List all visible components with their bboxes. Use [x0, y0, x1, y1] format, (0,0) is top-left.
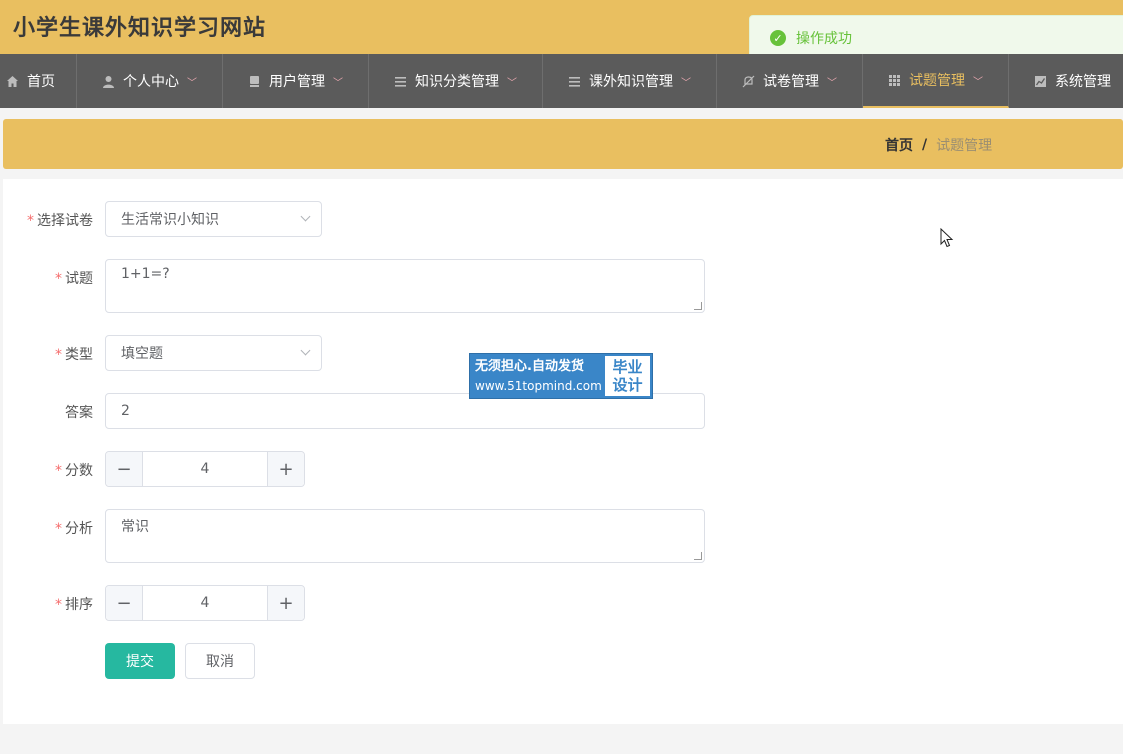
score-stepper[interactable]: − 4 +	[105, 451, 305, 487]
top-nav: 首页 个人中心 ﹀ 用户管理 ﹀ 知识分类管理 ﹀ 课外知识管理 ﹀ 试卷管理 …	[0, 54, 1123, 108]
nav-label: 试题管理	[909, 73, 965, 89]
watermark-badge: 毕业 设计	[605, 356, 650, 396]
plus-icon[interactable]: +	[267, 452, 304, 486]
nav-item-category[interactable]: 知识分类管理 ﹀	[369, 54, 543, 108]
paper-label: * 选择试卷	[23, 210, 93, 230]
nav-item-profile[interactable]: 个人中心 ﹀	[77, 54, 223, 108]
order-label: * 排序	[23, 594, 93, 614]
grid-icon	[887, 73, 901, 87]
submit-button[interactable]: 提交	[105, 643, 175, 679]
question-textarea[interactable]: 1+1=?	[105, 259, 705, 313]
nav-item-knowledge[interactable]: 课外知识管理 ﹀	[543, 54, 717, 108]
chevron-down-icon: ﹀	[187, 77, 197, 89]
home-icon	[5, 74, 19, 88]
chevron-down-icon: ﹀	[973, 76, 983, 88]
type-select-value: 填空题	[121, 346, 163, 362]
nav-item-papers[interactable]: 试卷管理 ﹀	[717, 54, 863, 108]
nav-label: 个人中心	[123, 74, 179, 90]
resize-grip-icon[interactable]	[694, 552, 702, 560]
chevron-down-icon: ﹀	[507, 77, 517, 89]
watermark-badge-bottom: 设计	[612, 376, 643, 394]
analysis-label: * 分析	[23, 518, 93, 538]
nav-item-users[interactable]: 用户管理 ﹀	[223, 54, 369, 108]
chevron-down-icon	[300, 345, 311, 356]
score-label: * 分数	[23, 460, 93, 480]
breadcrumb: 首页 / 试题管理	[885, 135, 992, 155]
chevron-down-icon: ﹀	[681, 77, 691, 89]
analysis-textarea-value: 常识	[121, 519, 149, 535]
no-bell-icon	[741, 74, 755, 88]
analysis-textarea[interactable]: 常识	[105, 509, 705, 563]
breadcrumb-bar: 首页 / 试题管理	[3, 119, 1123, 169]
analysis-label-text: 分析	[65, 521, 93, 537]
watermark-line2: www.51topmind.com	[475, 379, 602, 393]
required-mark: *	[55, 463, 62, 479]
watermark-text: 无须担心.自动发货 www.51topmind.com	[470, 354, 603, 398]
toast-message: 操作成功	[796, 31, 852, 47]
paper-select-value: 生活常识小知识	[121, 212, 219, 228]
question-label-text: 试题	[65, 271, 93, 287]
plus-icon[interactable]: +	[267, 586, 304, 620]
answer-label-text: 答案	[65, 405, 93, 421]
answer-label: 答案	[23, 402, 93, 422]
required-mark: *	[27, 213, 34, 229]
required-mark: *	[55, 597, 62, 613]
minus-icon[interactable]: −	[106, 586, 143, 620]
book-icon	[247, 74, 261, 88]
order-stepper[interactable]: − 4 +	[105, 585, 305, 621]
type-label: * 类型	[23, 344, 93, 364]
paper-select[interactable]: 生活常识小知识	[105, 201, 322, 237]
nav-label: 课外知识管理	[589, 74, 673, 90]
breadcrumb-current: 试题管理	[936, 138, 993, 154]
watermark-line1: 无须担心.自动发货	[475, 359, 584, 374]
nav-item-system[interactable]: 系统管理	[1009, 54, 1123, 108]
nav-label: 首页	[27, 74, 55, 90]
question-textarea-value: 1+1=?	[121, 266, 170, 282]
chart-icon	[1033, 74, 1047, 88]
paper-label-text: 选择试卷	[37, 213, 93, 229]
nav-label: 用户管理	[269, 74, 325, 90]
required-mark: *	[55, 521, 62, 537]
breadcrumb-separator: /	[922, 137, 928, 153]
user-icon	[101, 74, 115, 88]
nav-label: 系统管理	[1055, 74, 1111, 90]
chevron-down-icon: ﹀	[827, 77, 837, 89]
order-value[interactable]: 4	[143, 586, 267, 620]
breadcrumb-home[interactable]: 首页	[885, 135, 913, 155]
resize-grip-icon[interactable]	[694, 302, 702, 310]
nav-label: 试卷管理	[763, 74, 819, 90]
mouse-cursor-icon	[940, 228, 954, 248]
minus-icon[interactable]: −	[106, 452, 143, 486]
list-icon	[567, 74, 581, 88]
required-mark: *	[55, 347, 62, 363]
order-label-text: 排序	[65, 597, 93, 613]
list-icon	[393, 74, 407, 88]
check-circle-icon: ✓	[770, 30, 786, 46]
score-label-text: 分数	[65, 463, 93, 479]
nav-item-questions[interactable]: 试题管理 ﹀	[863, 54, 1009, 108]
site-title: 小学生课外知识学习网站	[13, 16, 267, 41]
type-select[interactable]: 填空题	[105, 335, 322, 371]
type-label-text: 类型	[65, 347, 93, 363]
nav-item-home[interactable]: 首页	[0, 54, 77, 108]
chevron-down-icon: ﹀	[333, 77, 343, 89]
nav-label: 知识分类管理	[415, 74, 499, 90]
answer-input-value: 2	[121, 403, 130, 419]
cancel-button[interactable]: 取消	[185, 643, 255, 679]
watermark-banner: 无须担心.自动发货 www.51topmind.com 毕业 设计	[469, 353, 653, 399]
score-value[interactable]: 4	[143, 452, 267, 486]
watermark-badge-top: 毕业	[612, 358, 643, 376]
question-label: * 试题	[23, 268, 93, 288]
chevron-down-icon	[300, 211, 311, 222]
required-mark: *	[55, 271, 62, 287]
